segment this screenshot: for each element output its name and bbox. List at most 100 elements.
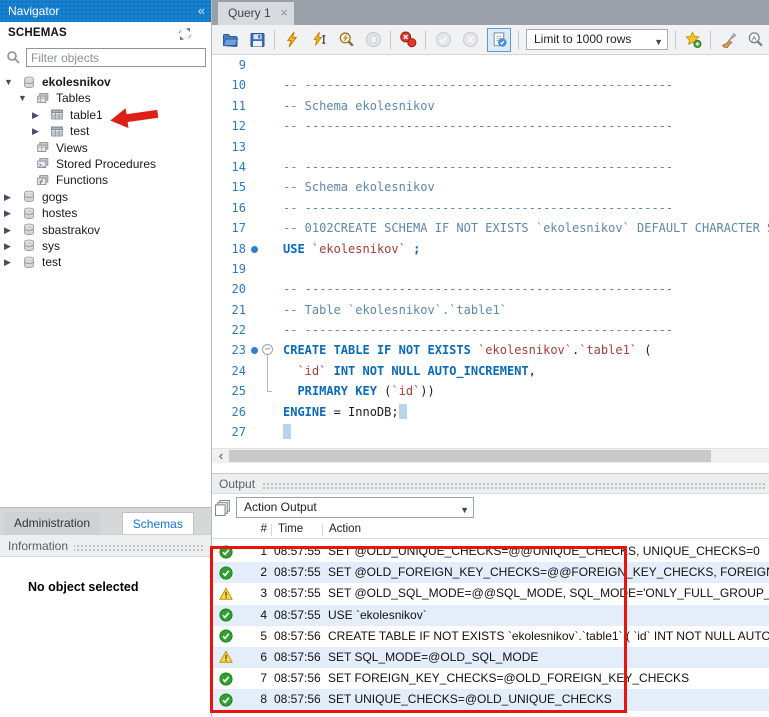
- tab-administration[interactable]: Administration: [4, 512, 100, 535]
- scrollbar-thumb[interactable]: [229, 450, 711, 462]
- sql-editor[interactable]: 910 -- ----------------------------------…: [212, 55, 769, 447]
- tree-item-tables[interactable]: ▼Tables: [0, 90, 211, 106]
- output-view-selector-row: Action Output ▼: [212, 496, 769, 520]
- rollback-icon: [460, 31, 480, 49]
- column-divider[interactable]: [322, 524, 323, 536]
- tree-item-label: hostes: [42, 205, 77, 221]
- limit-rows-value: Limit to 1000 rows: [534, 32, 631, 46]
- tree-item-test[interactable]: ▶test: [0, 123, 211, 139]
- schema-icon: [22, 239, 36, 252]
- filter-row: [0, 48, 211, 70]
- annotation-red-box: [210, 546, 627, 713]
- line-number: 23: [212, 340, 246, 360]
- schemas-header-row: SCHEMAS: [0, 22, 211, 46]
- column-action[interactable]: Action: [329, 523, 361, 535]
- mysql-workbench-window: Navigator « SCHEMAS ▼ekolesnikov▼Tables▶…: [0, 0, 769, 717]
- open-script-icon[interactable]: [220, 31, 240, 49]
- toolbar-separator: [425, 30, 426, 50]
- column-time[interactable]: Time: [278, 523, 303, 535]
- table-icon: [50, 108, 64, 121]
- code-text: -- Schema ekolesnikov: [283, 177, 435, 197]
- line-number: 10: [212, 75, 246, 95]
- views-icon: [36, 141, 50, 154]
- editor-line-18: 18USE `ekolesnikov` ;: [212, 239, 769, 259]
- tree-item-sys[interactable]: ▶sys: [0, 238, 211, 254]
- line-number: 26: [212, 402, 246, 422]
- collapse-panel-icon[interactable]: «: [198, 0, 205, 22]
- scroll-left-arrow[interactable]: ‹: [214, 449, 228, 463]
- save-script-icon[interactable]: [247, 31, 267, 49]
- action-output-icon: [215, 499, 232, 516]
- tab-query-1[interactable]: Query 1 ×: [218, 2, 294, 25]
- code-text: `id` INT NOT NULL AUTO_INCREMENT,: [283, 361, 536, 381]
- expand-arrow-icon[interactable]: ▶: [32, 123, 44, 139]
- tree-item-sbastrakov[interactable]: ▶sbastrakov: [0, 222, 211, 238]
- tree-item-hostes[interactable]: ▶ hostes: [0, 205, 211, 221]
- chevron-down-icon: ▼: [654, 33, 663, 52]
- toolbar-separator: [675, 30, 676, 50]
- navigator-titlebar: Navigator «: [0, 0, 211, 22]
- text-selection: [283, 424, 291, 439]
- collapse-arrow-icon[interactable]: ▼: [18, 90, 30, 106]
- line-number: 21: [212, 300, 246, 320]
- line-number: 9: [212, 55, 246, 75]
- autocommit-icon[interactable]: [487, 28, 511, 52]
- column-divider[interactable]: [271, 524, 272, 536]
- line-number: 22: [212, 320, 246, 340]
- line-number: 25: [212, 381, 246, 401]
- close-tab-icon[interactable]: ×: [280, 2, 288, 24]
- beautify-icon[interactable]: [718, 31, 738, 49]
- execute-icon[interactable]: [282, 31, 302, 49]
- toolbar-separator: [274, 30, 275, 50]
- expand-arrow-icon[interactable]: ▶: [32, 107, 44, 123]
- expand-arrow-icon[interactable]: ▶: [4, 189, 16, 205]
- tree-item-gogs[interactable]: ▶gogs: [0, 189, 211, 205]
- tree-item-test[interactable]: ▶test: [0, 254, 211, 270]
- output-view-dropdown[interactable]: Action Output ▼: [236, 497, 474, 518]
- explain-icon[interactable]: [336, 31, 356, 49]
- toolbar-separator: [390, 30, 391, 50]
- functions-icon: [36, 174, 50, 187]
- expand-arrow-icon[interactable]: ▶: [4, 238, 16, 254]
- refresh-schemas-icon[interactable]: [177, 26, 193, 42]
- tree-item-stored-procedures[interactable]: Stored Procedures: [0, 156, 211, 172]
- expand-arrow-icon[interactable]: ▶: [4, 222, 16, 238]
- statement-marker-icon: [251, 246, 258, 253]
- editor-line-16: 16-- -----------------------------------…: [212, 198, 769, 218]
- execute-current-icon[interactable]: [309, 31, 329, 49]
- tab-schemas[interactable]: Schemas: [122, 512, 194, 535]
- code-text: -- -------------------------------------…: [283, 116, 673, 136]
- collapse-arrow-icon[interactable]: ▼: [4, 74, 16, 90]
- editor-line-14: 14-- -----------------------------------…: [212, 157, 769, 177]
- stop-on-error-icon[interactable]: [398, 31, 418, 49]
- output-view-value: Action Output: [244, 500, 317, 514]
- editor-horizontal-scrollbar[interactable]: ‹: [212, 448, 769, 463]
- toolbar-separator: [710, 30, 711, 50]
- expand-arrow-icon[interactable]: ▶: [4, 254, 16, 270]
- header-texture: [72, 544, 205, 552]
- arrow-tail: [125, 110, 159, 123]
- tree-item-functions[interactable]: Functions: [0, 172, 211, 188]
- limit-rows-dropdown[interactable]: Limit to 1000 rows ▼: [526, 29, 668, 50]
- tree-item-views[interactable]: Views: [0, 140, 211, 156]
- find-icon[interactable]: A: [745, 31, 765, 49]
- line-number: 24: [212, 361, 246, 381]
- save-snippet-icon[interactable]: [683, 31, 703, 49]
- column-number[interactable]: #: [245, 523, 267, 535]
- schema-icon: [22, 223, 36, 236]
- editor-line-26: 26ENGINE = InnoDB;: [212, 402, 769, 422]
- code-text: [283, 422, 291, 442]
- schema-icon: [22, 190, 36, 203]
- filter-objects-input[interactable]: [26, 48, 206, 67]
- line-number: 27: [212, 422, 246, 442]
- tree-item-ekolesnikov[interactable]: ▼ ekolesnikov: [0, 74, 211, 90]
- information-header: Information: [0, 534, 211, 557]
- tree-item-label: ekolesnikov: [42, 74, 111, 90]
- tree-item-label: Views: [56, 140, 88, 156]
- editor-line-17: 17-- 0102CREATE SCHEMA IF NOT EXISTS `ek…: [212, 218, 769, 238]
- tree-item-table1[interactable]: ▶table1: [0, 107, 211, 123]
- fold-guide-line: [267, 352, 272, 392]
- schema-icon: [22, 207, 36, 220]
- line-number: 11: [212, 96, 246, 116]
- expand-arrow-icon[interactable]: ▶: [4, 205, 16, 221]
